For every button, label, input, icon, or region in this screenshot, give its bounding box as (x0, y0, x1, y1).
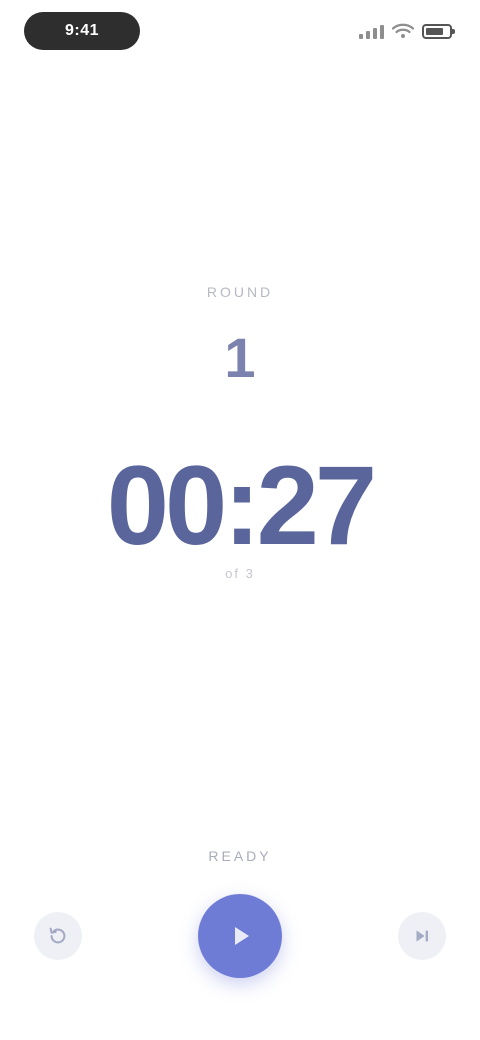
wifi-icon (392, 23, 414, 38)
status-time: 9:41 (64, 22, 100, 39)
play-icon (235, 927, 249, 945)
time-display: 00:27 (106, 443, 377, 568)
skip-icon (416, 930, 428, 942)
skip-button[interactable] (398, 912, 446, 960)
status-time-pill: 9:41 (24, 12, 140, 50)
reset-button[interactable] (34, 912, 82, 960)
reset-icon (49, 927, 66, 944)
round-label: Round (206, 284, 274, 300)
timer-screen: 9:41 Round 1 00:27 of 3 Ready (0, 0, 480, 1040)
timer-state-label: Ready (208, 848, 272, 864)
status-icons (359, 20, 455, 42)
battery-icon (422, 23, 455, 39)
round-total-label: of 3 (225, 566, 255, 581)
round-number: 1 (224, 326, 256, 389)
play-button[interactable] (198, 894, 282, 978)
signal-icon (359, 23, 384, 39)
